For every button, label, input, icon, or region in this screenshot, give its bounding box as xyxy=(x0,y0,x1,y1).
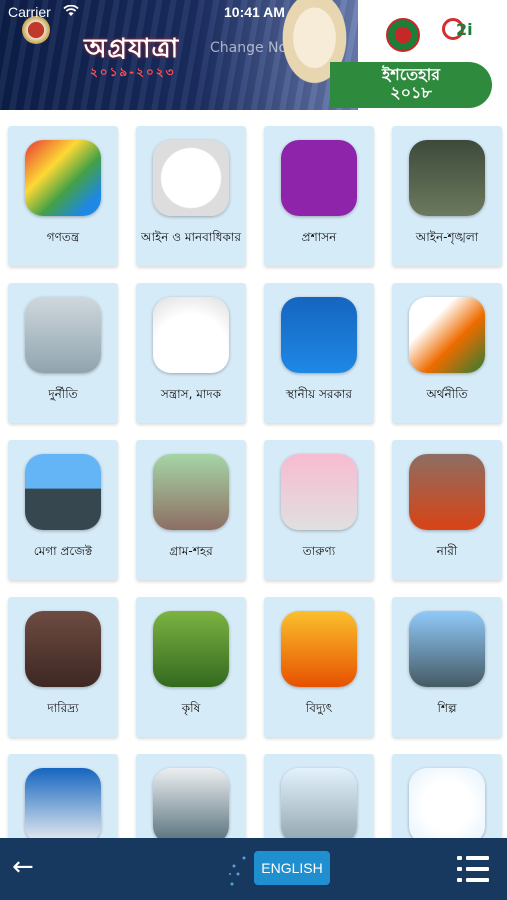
category-tile[interactable]: গণতন্ত্র xyxy=(8,126,118,266)
drug-meter-icon xyxy=(153,297,229,373)
health-icon xyxy=(281,768,357,844)
category-label: নারী xyxy=(436,544,458,558)
category-label: স্থানীয় সরকার xyxy=(286,387,352,401)
header-banner: Change Now অগ্রযাত্রা ২০১৯-২০২৩ Carrier … xyxy=(0,0,358,110)
app-header: Change Now অগ্রযাত্রা ২০১৯-২০২৩ Carrier … xyxy=(0,0,507,112)
category-grid: গণতন্ত্র আইন ও মানবাধিকার প্রশাসন আইন-শৃঙ্খ… xyxy=(0,112,507,894)
back-arrow-icon[interactable]: ← xyxy=(12,852,34,882)
category-label: বিদ্যুৎ xyxy=(305,701,333,715)
manifesto-label: ইশতেহার xyxy=(381,65,441,84)
poverty-icon xyxy=(25,611,101,687)
category-label: আইন-শৃঙ্খলা xyxy=(415,230,479,244)
a2i-logo-icon: 2i xyxy=(442,16,476,46)
scales-icon xyxy=(153,140,229,216)
government-building-icon xyxy=(281,297,357,373)
hands-icon xyxy=(25,140,101,216)
network-icon xyxy=(281,140,357,216)
industry-icon xyxy=(409,611,485,687)
language-toggle-button[interactable]: ENGLISH xyxy=(254,851,330,885)
category-tile[interactable]: দারিদ্র্য xyxy=(8,597,118,737)
category-label: সন্ত্রাস, মাদক xyxy=(160,387,222,401)
category-label: আইন ও মানবাধিকার xyxy=(141,230,241,244)
power-tower-icon xyxy=(281,611,357,687)
category-label: মেগা প্রজেক্ট xyxy=(33,544,93,558)
manifesto-year: ২০১৮ xyxy=(390,83,432,102)
category-label: অর্থনীতি xyxy=(426,387,468,401)
category-label: প্রশাসন xyxy=(301,230,337,244)
party-emblem-icon xyxy=(22,16,50,44)
category-tile[interactable]: আইন-শৃঙ্খলা xyxy=(392,126,502,266)
category-label: গ্রাম-শহর xyxy=(169,544,213,558)
category-label: শিল্প xyxy=(437,701,457,715)
bottom-bar: ← ENGLISH xyxy=(0,838,507,900)
category-tile[interactable]: প্রশাসন xyxy=(264,126,374,266)
category-label: তারুণ্য xyxy=(302,544,336,558)
carrier-label: Carrier xyxy=(8,4,51,20)
category-tile[interactable]: তারুণ্য xyxy=(264,440,374,580)
youth-icon xyxy=(281,454,357,530)
bridge-train-icon xyxy=(25,454,101,530)
agriculture-icon xyxy=(153,611,229,687)
category-tile[interactable]: বিদ্যুৎ xyxy=(264,597,374,737)
worker-icon xyxy=(25,768,101,844)
wifi-icon xyxy=(63,5,79,16)
category-label: গণতন্ত্র xyxy=(46,230,80,244)
banner-years: ২০১৯-২০২৩ xyxy=(90,65,176,79)
ballot-icon xyxy=(25,297,101,373)
category-tile[interactable]: শিল্প xyxy=(392,597,502,737)
manifesto-badge: ইশতেহার ২০১৮ xyxy=(330,62,492,108)
village-icon xyxy=(153,454,229,530)
category-tile[interactable]: গ্রাম-শহর xyxy=(136,440,246,580)
category-label: দারিদ্র্য xyxy=(47,701,79,715)
category-tile[interactable]: আইন ও মানবাধিকার xyxy=(136,126,246,266)
category-tile[interactable]: মেগা প্রজেক্ট xyxy=(8,440,118,580)
category-tile[interactable]: স্থানীয় সরকার xyxy=(264,283,374,423)
category-tile[interactable]: অর্থনীতি xyxy=(392,283,502,423)
women-icon xyxy=(409,454,485,530)
category-label: দুর্নীতি xyxy=(48,387,78,401)
police-icon xyxy=(409,140,485,216)
category-label: কৃষি xyxy=(181,701,201,715)
category-tile[interactable]: কৃষি xyxy=(136,597,246,737)
category-tile[interactable]: দুর্নীতি xyxy=(8,283,118,423)
growth-chart-icon xyxy=(409,297,485,373)
menu-icon[interactable] xyxy=(457,856,489,882)
category-tile[interactable]: সন্ত্রাস, মাদক xyxy=(136,283,246,423)
category-tile[interactable]: নারী xyxy=(392,440,502,580)
digital-icon xyxy=(409,768,485,844)
bangladesh-govt-logo-icon xyxy=(386,18,420,52)
status-time: 10:41 AM xyxy=(224,4,285,20)
students-icon xyxy=(153,768,229,844)
